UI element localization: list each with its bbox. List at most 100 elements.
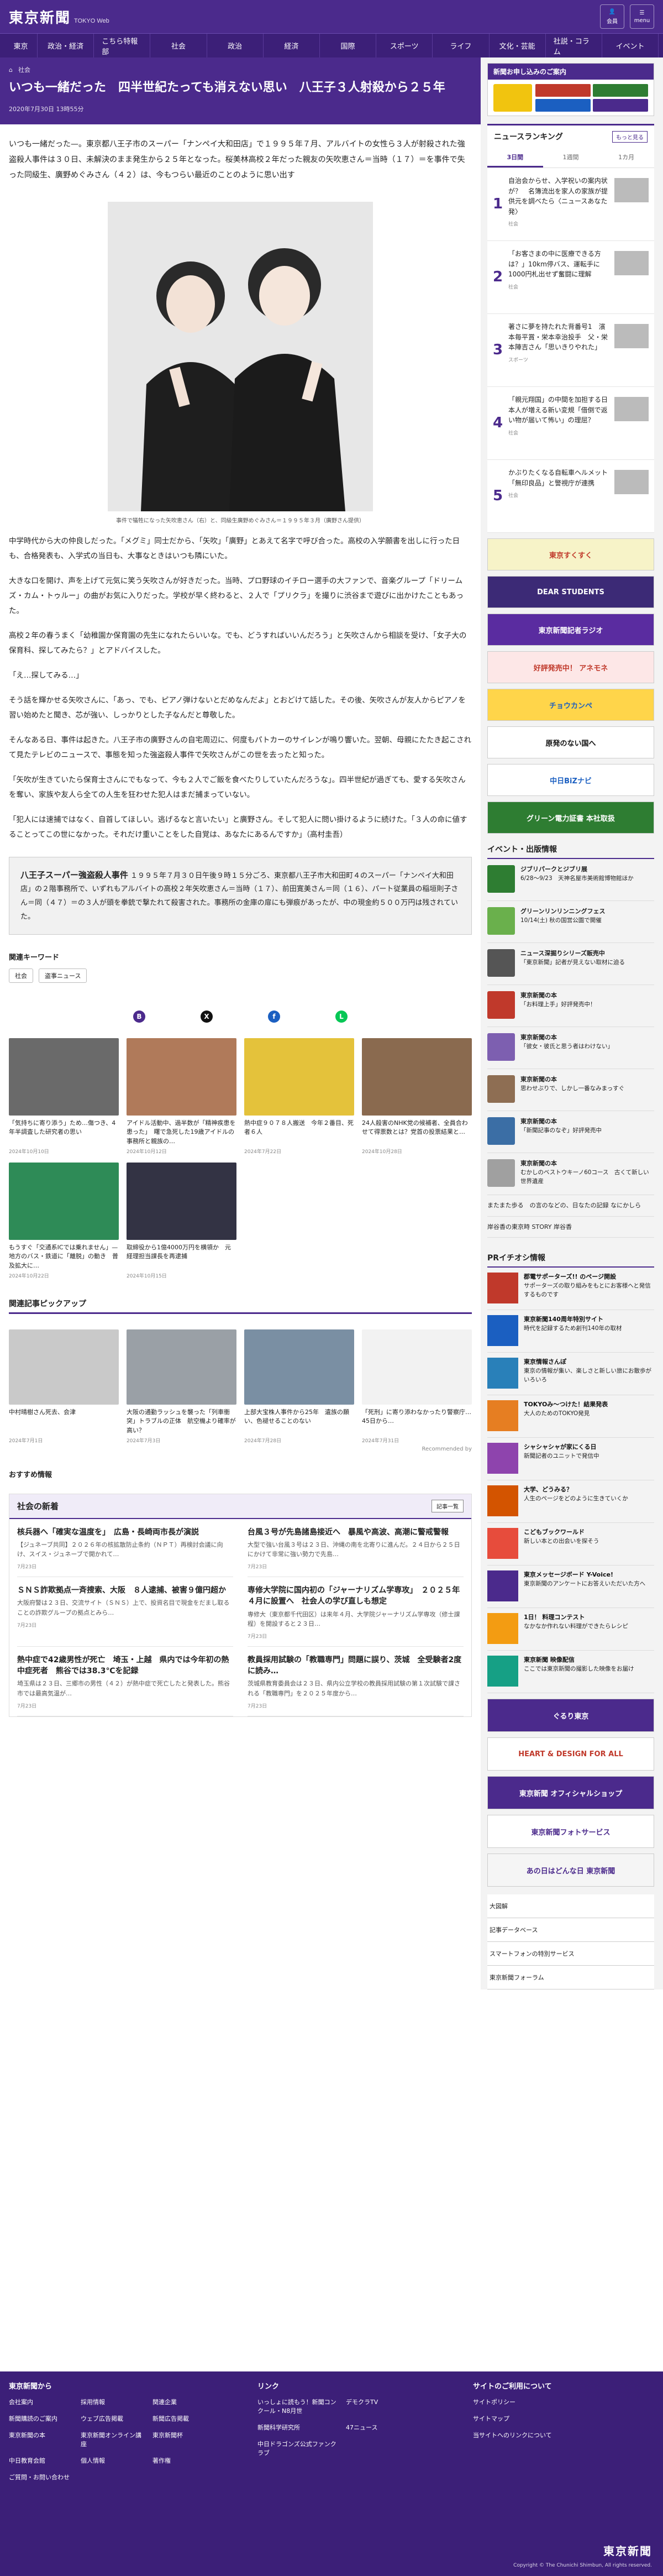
keyword-tag[interactable]: 盗事ニュース (39, 968, 87, 983)
footer-link[interactable]: 東京新聞杯 (152, 2431, 219, 2448)
side-link[interactable]: スマートフォンの特別サービス (487, 1942, 654, 1966)
footer-link[interactable]: 新聞科学研究所 (257, 2423, 340, 2432)
ad-banner[interactable]: 中日BiZナビ (487, 764, 654, 796)
related-card[interactable]: 24人殺害のNHK党の候補者、全員合わせて得票数とは？党首の投票結果と… 2024… (362, 1038, 472, 1155)
footer-link[interactable]: いっしょに読もう！新聞コンクール・N8月世 (257, 2397, 340, 2415)
side-banner[interactable]: 東京新聞フォトサービス (487, 1815, 654, 1849)
related-card[interactable]: 取締役から1億4000万円を横領か 元経理担当課長を再逮捕 2024年10月15日 (127, 1162, 236, 1279)
side-link[interactable]: 東京新聞フォーラム (487, 1966, 654, 1990)
side-banner[interactable]: ぐるり東京 (487, 1699, 654, 1732)
footer-link[interactable]: 東京新聞オンライン講座 (81, 2431, 147, 2448)
keyword-tag[interactable]: 社会 (9, 968, 33, 983)
nav-item[interactable]: 政治 (207, 33, 264, 58)
nav-item[interactable]: こちら特報部 (94, 33, 151, 58)
social-news-item[interactable]: ＳＮＳ詐欺拠点一斉捜索、大阪 ８人逮捕、被害９億円超か 大阪府警は２３日、交流サイ… (17, 1577, 233, 1647)
footer-link[interactable]: ウェブ広告掲載 (81, 2414, 147, 2423)
pr-item[interactable]: 東京情報さんぽ 東京の情報が集い、楽しさと新しい旅にお散歩がいろいろ (487, 1353, 654, 1396)
member-button[interactable]: 👤 会員 (600, 4, 624, 29)
pickup-card[interactable]: 上部大宝株人事件から25年 遺族の願い、色褪せることのない 2024年7月28日 (244, 1329, 354, 1444)
footer-link[interactable]: 新聞広告掲載 (152, 2414, 219, 2423)
ad-banner[interactable]: 原発のない国へ (487, 726, 654, 758)
side-link-2[interactable]: 岸谷香の東京時 STORY 岸谷香 (487, 1217, 654, 1238)
nav-item[interactable]: イベント (602, 33, 659, 58)
nav-item[interactable]: 文化・芸能 (490, 33, 546, 58)
pr-item[interactable]: 郡電サポーターズ!! のページ開設 サポーターズの取り組みをもとにお客様へと発信す… (487, 1268, 654, 1311)
pr-item[interactable]: 東京新聞 映像配信 ここでは東京新聞の撮影した映像をお届け (487, 1651, 654, 1694)
event-item[interactable]: グリーンリンリンニングフェス 10/14(土) 秋の国営公園で開催 (487, 901, 654, 943)
nav-item[interactable]: ライフ (433, 33, 490, 58)
event-item[interactable]: 東京新聞の本 思わせぶりで、しかし一番なみまっすぐ (487, 1069, 654, 1111)
social-news-item[interactable]: 核兵器へ「確実な温度を」 広島・長崎両市長が演説 【ジュネーブ共同】２０２６年の核… (17, 1519, 233, 1578)
ranking-tab[interactable]: 1週間 (543, 148, 599, 167)
footer-link[interactable]: 中日ドラゴンズ公式ファンクラブ (257, 2439, 340, 2457)
event-item[interactable]: 東京新聞の本 「新聞記事のなぞ」好評発売中 (487, 1111, 654, 1153)
pr-item[interactable]: 東京新聞140周年特別サイト 時代を記録するため創刊140年の取材 (487, 1310, 654, 1353)
nav-item[interactable]: スポーツ (376, 33, 433, 58)
ranking-tab[interactable]: 3日間 (487, 148, 543, 167)
pr-item[interactable]: シャシャシャが家にくる日 新聞記者のユニットで発信中 (487, 1438, 654, 1481)
related-card[interactable]: アイドル活動中、過半数が「精神疾患を患った」 曙で急死した19歳アイドルの事務所… (127, 1038, 236, 1155)
event-item[interactable]: 東京新聞の本 「彼女・彼氏と思う者はわけない」 (487, 1027, 654, 1069)
footer-link[interactable]: 会社案内 (9, 2397, 75, 2406)
footer-link[interactable]: 新聞購読のご案内 (9, 2414, 75, 2423)
nav-item[interactable]: 国際 (320, 33, 377, 58)
ad-banner[interactable]: チョウカンペ (487, 689, 654, 721)
pr-item[interactable]: 大学、どうみる？ 人生のページをどのように生きていくか (487, 1480, 654, 1523)
footer-link[interactable]: サイトマップ (473, 2414, 552, 2423)
related-card[interactable]: 「気持ちに寄り添う」ため…傷つき、4年半調査した研究者の思い 2024年10月10… (9, 1038, 119, 1155)
event-item[interactable]: ジブリパークとジブリ展 6/28〜9/23 天神名屋市美術館博物館ほか (487, 859, 654, 901)
subscribe-banner[interactable]: 新聞お申し込みのご案内 (487, 63, 654, 116)
footer-link[interactable]: 中日教育会館 (9, 2456, 75, 2465)
footer-logo[interactable]: 東京新聞 (513, 2542, 652, 2558)
ranking-more-button[interactable]: もっと見る (612, 131, 648, 143)
side-banner[interactable]: HEART & DESIGN FOR ALL (487, 1737, 654, 1771)
related-card[interactable]: もうすぐ「交通系ICでは乗れません」—地方のバス・鉄道に「離脱」の動き 普及拡大… (9, 1162, 119, 1279)
social-news-item[interactable]: 台風３号が先島諸島接近へ 暴風や高波、高潮に警戒警報 大型で強い台風３号は２３日、… (248, 1519, 464, 1578)
side-link[interactable]: 大図解 (487, 1894, 654, 1919)
nav-item[interactable]: 経済 (264, 33, 320, 58)
event-item[interactable]: 東京新聞の本 「お料理上手」好評発売中！ (487, 985, 654, 1027)
footer-link[interactable]: 東京新聞の本 (9, 2431, 75, 2448)
pickup-card[interactable]: 中村晴樹さん死去、会津 2024年7月1日 (9, 1329, 119, 1444)
social-news-item[interactable]: 教員採用試験の「教職専門」問題に誤り、茨城 全受験者2度に読み… 茨城県教育委員会… (248, 1647, 464, 1716)
side-banner[interactable]: 東京新聞 オフィシャルショップ (487, 1776, 654, 1810)
pickup-card[interactable]: 大阪の通勤ラッシュを襲った「列車衝突」トラブルの正体 航空機より確率が高い？ 20… (127, 1329, 236, 1444)
footer-link[interactable]: 当サイトへのリンクについて (473, 2431, 552, 2439)
footer-link[interactable]: 47ニュース (346, 2423, 429, 2432)
ad-banner[interactable]: 東京新聞記者ラジオ (487, 614, 654, 646)
home-icon[interactable]: ⌂ (9, 66, 13, 74)
nav-item[interactable]: 社説・コラム (546, 33, 602, 58)
related-card[interactable]: 熱中症９０７８人搬送 今年２番目、死者６人 2024年7月22日 (244, 1038, 354, 1155)
ranking-item[interactable]: 2 「お客さまの中に医療できる方は？」10km停バス、運転手に1000円札出せず奮… (487, 241, 654, 314)
hatena-icon[interactable]: B (133, 1010, 145, 1023)
ad-banner[interactable]: 好評発売中！ アネモネ (487, 651, 654, 683)
nav-item[interactable]: 東京 (4, 33, 38, 58)
pickup-card[interactable]: 「死刑」に寄り添わなかったり警察庁… 45日から… 2024年7月31日 (362, 1329, 472, 1444)
ad-banner[interactable]: DEAR STUDENTS (487, 576, 654, 608)
menu-button[interactable]: ☰ menu (630, 4, 654, 29)
nav-item[interactable]: 政治・経済 (38, 33, 94, 58)
footer-link[interactable]: 著作権 (152, 2456, 219, 2465)
social-more-button[interactable]: 記事一覧 (432, 1499, 464, 1512)
event-item[interactable]: 東京新聞の本 むかしのベストウキーノ60コース 古くて新しい世界遺産 (487, 1153, 654, 1195)
social-news-item[interactable]: 専修大学院に国内初の「ジャーナリズム学専攻」 ２０２５年４月に設置へ 社会人の学… (248, 1577, 464, 1647)
footer-link[interactable]: サイトポリシー (473, 2397, 552, 2406)
ranking-item[interactable]: 4 「親元翔国」の中間を加担する日本人が増える新い変規「借倒で返い物が届いて怖い」… (487, 387, 654, 460)
side-link[interactable]: 記事データベース (487, 1918, 654, 1943)
social-news-item[interactable]: 熱中症で42歳男性が死亡 埼玉・上越 県内では今年初の熱中症死者 熊谷では38.… (17, 1647, 233, 1716)
site-logo[interactable]: 東京新聞 TOKYO Web (9, 7, 109, 27)
ad-banner[interactable]: 東京すくすく (487, 538, 654, 570)
ranking-tab[interactable]: 1カ月 (598, 148, 654, 167)
footer-link[interactable]: 個人情報 (81, 2456, 147, 2465)
side-link-1[interactable]: またまた歩る の言のなどの、日なたの記録 なにかしら (487, 1195, 654, 1217)
breadcrumb-item[interactable]: 社会 (18, 65, 30, 74)
facebook-icon[interactable]: f (268, 1010, 280, 1023)
line-icon[interactable]: L (335, 1010, 348, 1023)
event-item[interactable]: ニュース深掘りシリーズ販売中 「東京新聞」記者が見えない取材に迫る (487, 943, 654, 985)
pr-item[interactable]: 東京メッセージボード Y-Voice! 東京新聞のアンケートにお答えいただいた方へ (487, 1566, 654, 1609)
footer-link[interactable]: 関連企業 (152, 2397, 219, 2406)
ranking-item[interactable]: 5 かぶりたくなる自転車ヘルメット「無印良品」と警視庁が連携 社会 (487, 460, 654, 533)
pr-item[interactable]: TOKYOみ〜つけた！結果発表 大人のためのTOKYO発見 (487, 1395, 654, 1438)
nav-item[interactable]: 社会 (150, 33, 207, 58)
pr-item[interactable]: 1日！ 料理コンテスト なかなか作れない料理ができたらレシピ (487, 1608, 654, 1651)
